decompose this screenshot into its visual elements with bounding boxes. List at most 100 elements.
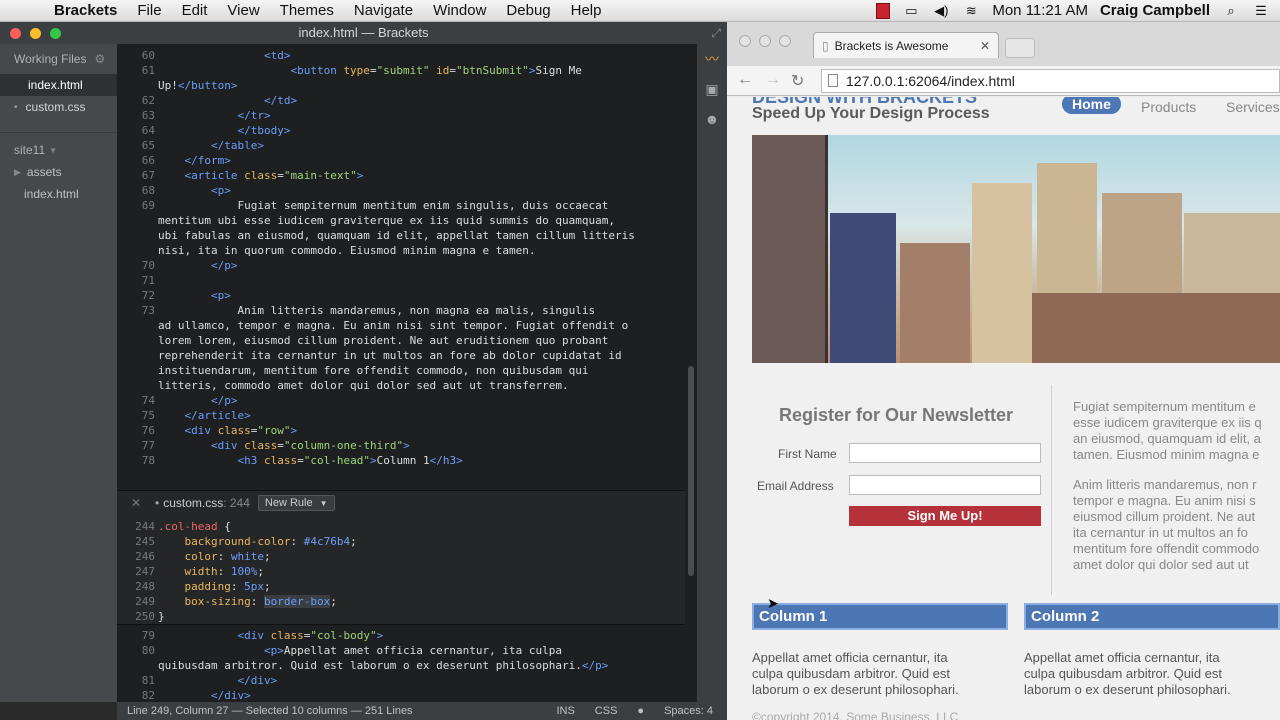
working-file-index-html[interactable]: index.html [0, 74, 117, 96]
code-line[interactable]: 245 background-color: #4c76b4; [117, 534, 700, 549]
status-app-icon[interactable] [876, 2, 891, 19]
code-line[interactable]: mentitum ubi esse iudicem graviterque ex… [117, 213, 700, 228]
code-line[interactable]: 69 Fugiat sempiternum mentitum enim sing… [117, 198, 700, 213]
code-line[interactable]: ubi fabulas an eiusmod, quamquam id elit… [117, 228, 700, 243]
code-line[interactable]: 63 </tr> [117, 108, 700, 123]
code-line[interactable]: ad ullamco, tempor e magna. Eu anim nisi… [117, 318, 700, 333]
menu-app-name[interactable]: Brackets [44, 2, 127, 19]
code-line[interactable]: lorem lorem, eiusmod cillum proident. Ne… [117, 333, 700, 348]
code-text[interactable]: <div class="col-body"> [158, 628, 383, 643]
indent-setting[interactable]: Spaces: 4 [664, 705, 713, 717]
code-line[interactable]: 78 <h3 class="col-head">Column 1</h3> [117, 453, 700, 468]
browser-zoom-button[interactable] [779, 35, 791, 47]
browser-close-button[interactable] [739, 35, 751, 47]
code-line[interactable]: 76 <div class="row"> [117, 423, 700, 438]
code-text[interactable]: <p> [158, 288, 231, 303]
code-line[interactable]: 66 </form> [117, 153, 700, 168]
code-line[interactable]: 68 <p> [117, 183, 700, 198]
code-line[interactable]: 77 <div class="column-one-third"> [117, 438, 700, 453]
tree-item-index-html[interactable]: index.html [0, 183, 117, 205]
code-line[interactable]: 247 width: 100%; [117, 564, 700, 579]
code-text[interactable]: .col-head { [158, 519, 231, 534]
code-text[interactable]: lorem lorem, eiusmod cillum proident. Ne… [158, 333, 608, 348]
close-tab-icon[interactable]: ✕ [980, 39, 990, 53]
menu-debug[interactable]: Debug [496, 2, 560, 19]
working-file-custom-css[interactable]: custom.css [0, 96, 117, 118]
code-text[interactable]: } [158, 609, 165, 624]
code-line[interactable]: 71 [117, 273, 700, 288]
address-bar[interactable]: 127.0.0.1:62064/index.html [821, 69, 1280, 93]
code-line[interactable]: 74 </p> [117, 393, 700, 408]
code-text[interactable]: <div class="row"> [158, 423, 298, 438]
code-text[interactable]: </form> [158, 153, 231, 168]
menu-window[interactable]: Window [423, 2, 496, 19]
code-text[interactable]: Up!</button> [158, 78, 237, 93]
code-text[interactable]: Anim litteris mandaremus, non magna ea m… [158, 303, 595, 318]
menu-help[interactable]: Help [561, 2, 612, 19]
first-name-field[interactable] [849, 443, 1041, 463]
code-text[interactable]: <h3 class="col-head">Column 1</h3> [158, 453, 462, 468]
code-text[interactable]: </td> [158, 93, 297, 108]
code-line[interactable]: 67 <article class="main-text"> [117, 168, 700, 183]
menu-themes[interactable]: Themes [270, 2, 344, 19]
code-text[interactable]: width: 100%; [158, 564, 265, 579]
scrollbar-thumb[interactable] [688, 366, 694, 576]
new-tab-button[interactable] [1005, 38, 1035, 58]
browser-minimize-button[interactable] [759, 35, 771, 47]
code-line[interactable]: 248 padding: 5px; [117, 579, 700, 594]
code-text[interactable]: <button type="submit" id="btnSubmit">Sig… [158, 63, 581, 78]
code-text[interactable]: </tbody> [158, 123, 290, 138]
code-text[interactable]: Fugiat sempiternum mentitum enim singuli… [158, 198, 608, 213]
theseus-debugger-icon[interactable]: ☻ [697, 104, 727, 134]
code-line[interactable]: 80 <p>Appellat amet officia cernantur, i… [117, 643, 700, 658]
nav-home[interactable]: Home [1062, 97, 1121, 114]
tree-item-assets[interactable]: ▶ assets [0, 161, 117, 183]
code-line[interactable]: 65 </table> [117, 138, 700, 153]
code-line[interactable]: 246 color: white; [117, 549, 700, 564]
code-text[interactable]: <article class="main-text"> [158, 168, 364, 183]
code-text[interactable]: </p> [158, 393, 238, 408]
code-text[interactable]: </tr> [158, 108, 270, 123]
code-text[interactable]: <td> [158, 48, 291, 63]
spotlight-search-icon[interactable]: ⌕ [1222, 3, 1240, 19]
code-line[interactable]: 249 box-sizing: border-box; [117, 594, 700, 609]
code-text[interactable]: <div class="column-one-third"> [158, 438, 410, 453]
menubar-user[interactable]: Craig Campbell [1100, 2, 1210, 19]
code-text[interactable]: color: white; [158, 549, 271, 564]
gear-icon[interactable]: ⚙ [94, 52, 105, 66]
code-line[interactable]: 70 </p> [117, 258, 700, 273]
airplay-icon[interactable]: ▭ [902, 3, 920, 19]
code-text[interactable]: background-color: #4c76b4; [158, 534, 357, 549]
language-mode[interactable]: CSS [595, 705, 618, 717]
inline-css-editor[interactable]: ✕ • custom.css : 244 New Rule ▼ 244 .col-… [117, 490, 700, 625]
code-text[interactable]: </div> [158, 673, 277, 688]
email-field[interactable] [849, 475, 1041, 495]
menu-file[interactable]: File [127, 2, 171, 19]
code-line[interactable]: 244 .col-head { [117, 519, 700, 534]
code-text[interactable]: ad ullamco, tempor e magna. Eu anim nisi… [158, 318, 628, 333]
extension-manager-icon[interactable]: ▣ [697, 74, 727, 104]
code-line[interactable]: 81 </div> [117, 673, 700, 688]
code-line[interactable]: 73 Anim litteris mandaremus, non magna e… [117, 303, 700, 318]
code-text[interactable]: padding: 5px; [158, 579, 271, 594]
code-line[interactable]: nisi, ita in quorum commodo. Eiusmod min… [117, 243, 700, 258]
code-text[interactable]: instituendarum, mentitum fore offendit c… [158, 363, 588, 378]
sign-me-up-button[interactable]: Sign Me Up! [849, 506, 1041, 526]
insert-mode[interactable]: INS [556, 705, 574, 717]
code-line[interactable]: litteris, commodo amet dolor qui dolor s… [117, 378, 700, 393]
code-line[interactable]: 82 </div> [117, 688, 700, 702]
menu-edit[interactable]: Edit [172, 2, 218, 19]
code-line[interactable]: 61 <button type="submit" id="btnSubmit">… [117, 63, 700, 78]
code-text[interactable]: ubi fabulas an eiusmod, quamquam id elit… [158, 228, 635, 243]
fullscreen-icon[interactable]: ⤢ [711, 22, 721, 44]
code-text[interactable]: </div> [158, 688, 251, 702]
code-text[interactable]: mentitum ubi esse iudicem graviterque ex… [158, 213, 615, 228]
code-text[interactable]: </table> [158, 138, 264, 153]
code-line[interactable]: 79 <div class="col-body"> [117, 628, 700, 643]
back-arrow-icon[interactable]: ← [737, 71, 753, 89]
code-line[interactable]: quibusdam arbitror. Quid est laborum o e… [117, 658, 700, 673]
browser-tab[interactable]: ▯ Brackets is Awesome ✕ [813, 32, 999, 58]
code-line[interactable]: Up!</button> [117, 78, 700, 93]
code-text[interactable]: <p>Appellat amet officia cernantur, ita … [158, 643, 562, 658]
code-text[interactable]: </article> [158, 408, 251, 423]
